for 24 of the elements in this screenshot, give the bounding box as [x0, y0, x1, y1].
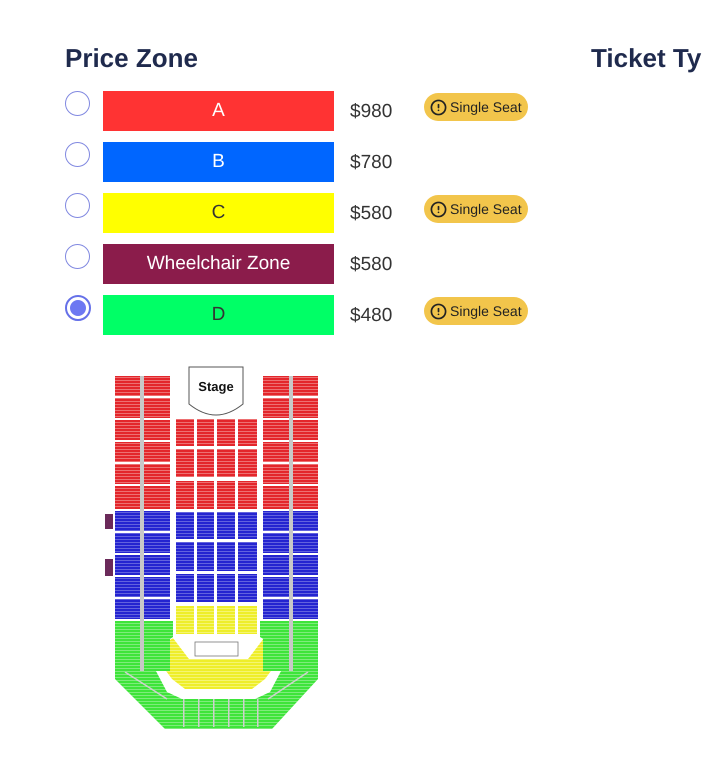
zone-label[interactable]: A	[103, 91, 334, 131]
radio-button[interactable]	[65, 295, 91, 321]
zone-label[interactable]: B	[103, 142, 334, 182]
exclamation-circle-icon	[430, 200, 447, 218]
radio-button[interactable]	[65, 193, 90, 218]
radio-button[interactable]	[65, 91, 90, 116]
zone-label[interactable]: Wheelchair Zone	[103, 244, 334, 284]
price-text: $580	[350, 253, 392, 277]
radio-button[interactable]	[65, 244, 90, 269]
radio-button[interactable]	[65, 142, 90, 167]
zone-label[interactable]: D	[103, 295, 334, 335]
price-text: $480	[350, 304, 392, 328]
section-title: Ticket Ty	[591, 42, 702, 74]
price-text: $580	[350, 202, 392, 226]
zone-label[interactable]: C	[103, 193, 334, 233]
exclamation-circle-icon	[430, 302, 447, 320]
stage-area: Stage	[188, 366, 244, 416]
exclamation-circle-icon	[430, 98, 447, 116]
notice-badge: Single Seat	[424, 93, 528, 121]
notice-badge: Single Seat	[424, 297, 528, 325]
price-text: $780	[350, 151, 392, 175]
section-title: Price Zone	[65, 42, 198, 74]
price-text: $980	[350, 100, 392, 124]
notice-badge: Single Seat	[424, 195, 528, 223]
